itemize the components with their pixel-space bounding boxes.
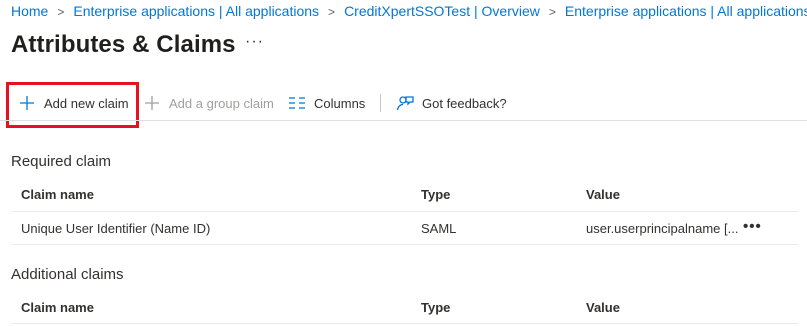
got-feedback-label: Got feedback? xyxy=(422,95,507,111)
toolbar-divider xyxy=(380,94,381,112)
required-claim-heading: Required claim xyxy=(11,153,112,170)
add-group-claim-label: Add a group claim xyxy=(169,95,274,111)
toolbar-divider-line xyxy=(0,120,807,121)
row-divider xyxy=(11,244,798,245)
columns-button[interactable]: Columns xyxy=(288,85,365,121)
chevron-right-icon: > xyxy=(548,5,556,19)
chevron-right-icon: > xyxy=(57,5,65,19)
row-more-actions-button[interactable]: ••• xyxy=(743,218,762,235)
page-title: Attributes & Claims xyxy=(11,31,236,58)
feedback-person-icon xyxy=(396,94,414,112)
more-options-button[interactable]: ··· xyxy=(245,33,264,51)
breadcrumb-app-overview-link[interactable]: CreditXpertSSOTest | Overview xyxy=(344,3,540,19)
additional-claims-heading: Additional claims xyxy=(11,266,124,283)
highlight-annotation-box xyxy=(6,82,139,128)
breadcrumb-home-link[interactable]: Home xyxy=(11,3,48,19)
columns-icon xyxy=(288,94,306,112)
header-divider xyxy=(11,211,798,212)
breadcrumb: Home > Enterprise applications | All appli… xyxy=(11,3,807,19)
breadcrumb-enterprise-apps-link[interactable]: Enterprise applications | All applicatio… xyxy=(73,3,319,19)
claim-value-cell: user.userprincipalname [... xyxy=(586,221,739,236)
header-divider xyxy=(11,323,798,324)
claim-type-cell: SAML xyxy=(421,221,457,236)
add-group-claim-button[interactable]: Add a group claim xyxy=(143,85,274,121)
column-header-value[interactable]: Value xyxy=(586,187,620,202)
plus-icon xyxy=(143,94,161,112)
column-header-type[interactable]: Type xyxy=(421,187,450,202)
column-header-value[interactable]: Value xyxy=(586,300,620,315)
claim-name-cell: Unique User Identifier (Name ID) xyxy=(21,221,211,236)
breadcrumb-enterprise-apps-link-2[interactable]: Enterprise applications | All applicatio… xyxy=(565,3,807,19)
column-header-claim-name[interactable]: Claim name xyxy=(21,300,94,315)
got-feedback-button[interactable]: Got feedback? xyxy=(396,85,507,121)
columns-label: Columns xyxy=(314,95,366,111)
column-header-type[interactable]: Type xyxy=(421,300,450,315)
column-header-claim-name[interactable]: Claim name xyxy=(21,187,94,202)
chevron-right-icon: > xyxy=(328,5,336,19)
